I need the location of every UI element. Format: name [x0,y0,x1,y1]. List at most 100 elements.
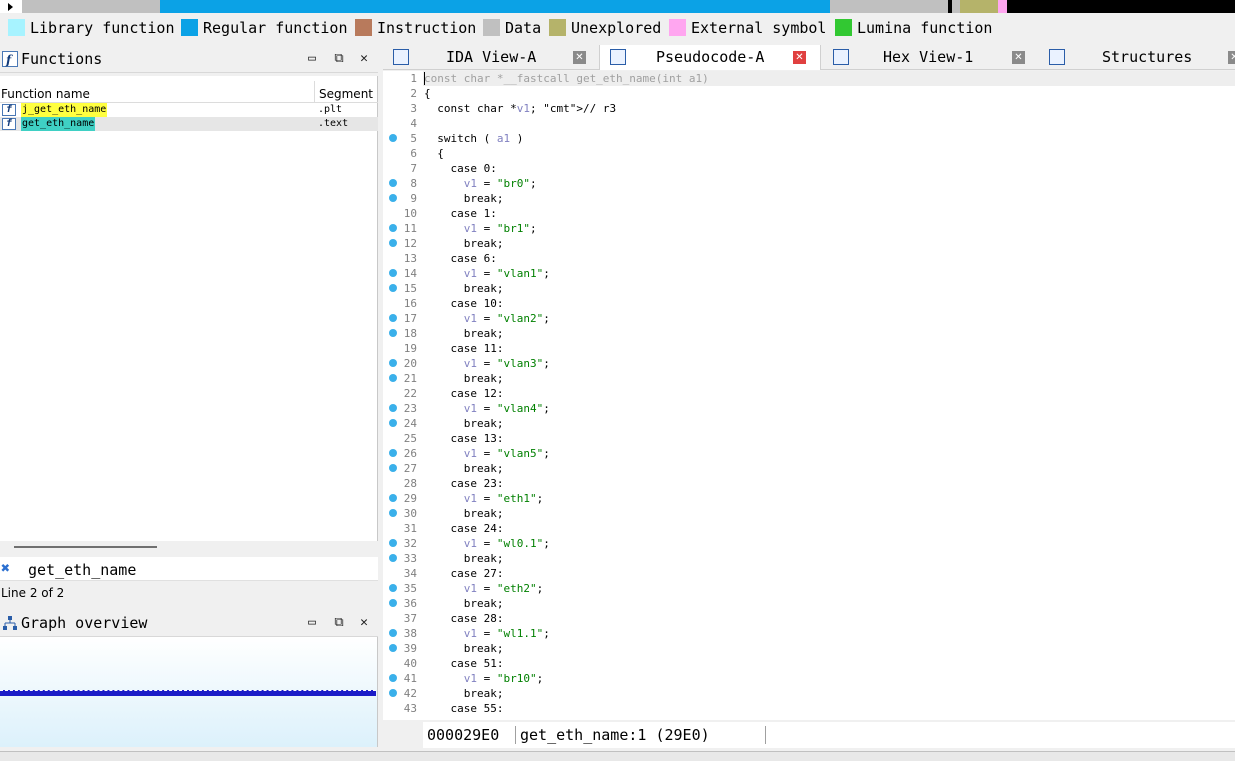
statement-marker-icon[interactable] [389,359,397,367]
code-line[interactable]: 7 case 0: [383,161,1235,176]
column-function-name[interactable]: Function name [1,87,90,101]
code-line[interactable]: 41 v1 = "br10"; [383,671,1235,686]
legend-label: Lumina function [857,19,993,37]
code-line[interactable]: 28 case 23: [383,476,1235,491]
tab-ida-view[interactable]: IDA View-A ✕ [383,45,597,70]
statement-marker-icon[interactable] [389,194,397,202]
statement-marker-icon[interactable] [389,644,397,652]
code-line[interactable]: 38 v1 = "wl1.1"; [383,626,1235,641]
statement-marker-icon[interactable] [389,269,397,277]
code-line[interactable]: 22 case 12: [383,386,1235,401]
close-icon[interactable]: ✕ [355,609,373,637]
function-row-selected[interactable]: f get_eth_name .text [0,117,378,131]
code-line[interactable]: 21 break; [383,371,1235,386]
statement-marker-icon[interactable] [389,554,397,562]
statement-marker-icon[interactable] [389,509,397,517]
statement-marker-icon[interactable] [389,464,397,472]
statement-marker-icon[interactable] [389,284,397,292]
code-line[interactable]: 23 v1 = "vlan4"; [383,401,1235,416]
graph-overview[interactable] [0,637,378,747]
code-line[interactable]: 35 v1 = "eth2"; [383,581,1235,596]
maximize-icon[interactable]: ▭ [303,609,321,637]
close-icon[interactable]: ✕ [355,45,373,73]
statement-marker-icon[interactable] [389,539,397,547]
statement-marker-icon[interactable] [389,419,397,427]
column-separator[interactable] [314,81,315,103]
statement-marker-icon[interactable] [389,449,397,457]
graph-overview-flow[interactable] [0,690,376,696]
code-line[interactable]: 11 v1 = "br1"; [383,221,1235,236]
column-segment[interactable]: Segment [319,87,373,101]
code-line[interactable]: 34 case 27: [383,566,1235,581]
navigation-band[interactable] [0,0,1235,13]
code-line[interactable]: 42 break; [383,686,1235,701]
code-line[interactable]: 40 case 51: [383,656,1235,671]
code-line[interactable]: 10 case 1: [383,206,1235,221]
statement-marker-icon[interactable] [389,314,397,322]
statement-marker-icon[interactable] [389,584,397,592]
tab-hex-view[interactable]: Hex View-1 ✕ [823,45,1033,70]
code-line[interactable]: 25 case 13: [383,431,1235,446]
code-line[interactable]: 43 case 55: [383,701,1235,716]
tab-structures[interactable]: Structures ✕ [1039,45,1235,70]
code-line[interactable]: 8 v1 = "br0"; [383,176,1235,191]
close-tab-icon[interactable]: ✕ [573,51,586,64]
code-line[interactable]: 37 case 28: [383,611,1235,626]
statement-marker-icon[interactable] [389,179,397,187]
code-line[interactable]: 17 v1 = "vlan2"; [383,311,1235,326]
code-line[interactable]: 2{ [383,86,1235,101]
graph-overview-label: Graph overview [21,614,148,632]
code-line[interactable]: 31 case 24: [383,521,1235,536]
pseudocode-view[interactable]: 1 const char *__fastcall get_eth_name(int… [383,71,1235,720]
code-line[interactable]: 14 v1 = "vlan1"; [383,266,1235,281]
code-line[interactable]: 1 const char *__fastcall get_eth_name(int… [383,71,1235,86]
code-line[interactable]: 39 break; [383,641,1235,656]
close-tab-icon[interactable]: ✕ [1228,51,1235,64]
functions-list[interactable]: Function name Segment f j_get_eth_name .… [0,76,378,548]
tab-pseudocode[interactable]: Pseudocode-A ✕ [599,45,821,70]
code-line[interactable]: 33 break; [383,551,1235,566]
code-line[interactable]: 3 const char *v1; "cmt">// r3 [383,101,1235,116]
code-line[interactable]: 6 { [383,146,1235,161]
code-line[interactable]: 15 break; [383,281,1235,296]
code-line[interactable]: 24 break; [383,416,1235,431]
code-line[interactable]: 27 break; [383,461,1235,476]
code-line[interactable]: 13 case 6: [383,251,1235,266]
code-line[interactable]: 4 [383,116,1235,131]
code-line[interactable]: 20 v1 = "vlan3"; [383,356,1235,371]
statement-marker-icon[interactable] [389,134,397,142]
statement-marker-icon[interactable] [389,494,397,502]
statement-marker-icon[interactable] [389,674,397,682]
statement-marker-icon[interactable] [389,689,397,697]
code-line[interactable]: 5 switch ( a1 ) [383,131,1235,146]
clear-filter-icon[interactable]: ✖ [1,559,10,577]
statement-marker-icon[interactable] [389,629,397,637]
code-line[interactable]: 16 case 10: [383,296,1235,311]
code-line[interactable]: 19 case 11: [383,341,1235,356]
statement-marker-icon[interactable] [389,404,397,412]
statement-marker-icon[interactable] [389,599,397,607]
code-line[interactable]: 30 break; [383,506,1235,521]
statement-marker-icon[interactable] [389,329,397,337]
horizontal-scrollbar[interactable] [14,546,157,548]
maximize-icon[interactable]: ▭ [303,45,321,73]
code-line[interactable]: 29 v1 = "eth1"; [383,491,1235,506]
code-text: case 6: [424,252,497,265]
float-icon[interactable]: ⧉ [330,45,348,73]
quick-filter[interactable]: ✖ get_eth_name [0,557,378,581]
code-line[interactable]: 32 v1 = "wl0.1"; [383,536,1235,551]
code-line[interactable]: 18 break; [383,326,1235,341]
code-line[interactable]: 12 break; [383,236,1235,251]
legend-swatch [355,19,372,36]
float-icon[interactable]: ⧉ [330,609,348,637]
statement-marker-icon[interactable] [389,239,397,247]
code-line[interactable]: 26 v1 = "vlan5"; [383,446,1235,461]
statement-marker-icon[interactable] [389,374,397,382]
statement-marker-icon[interactable] [389,224,397,232]
code-line[interactable]: 9 break; [383,191,1235,206]
filter-input[interactable]: get_eth_name [28,561,136,579]
close-tab-icon[interactable]: ✕ [1012,51,1025,64]
code-line[interactable]: 36 break; [383,596,1235,611]
function-row[interactable]: f j_get_eth_name .plt [0,103,378,117]
close-tab-icon[interactable]: ✕ [793,51,806,64]
